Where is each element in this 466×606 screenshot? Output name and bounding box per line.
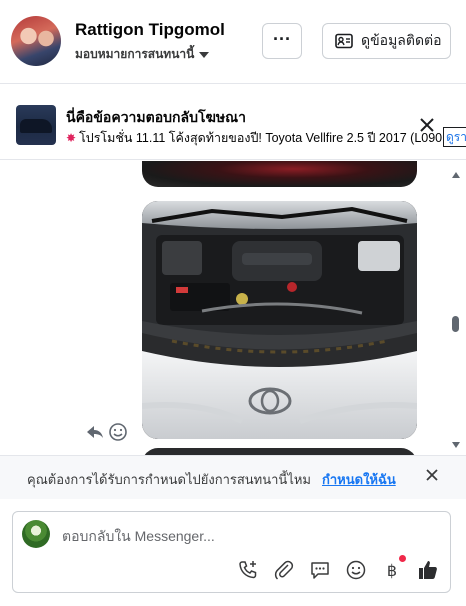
- message-composer[interactable]: ตอบกลับใน Messenger... ฿: [12, 511, 451, 593]
- attachment-icon[interactable]: [273, 559, 295, 581]
- svg-text:฿: ฿: [387, 561, 397, 580]
- ad-reply-banner: นี่คือข้อความตอบกลับโฆษณา ✸ โปรโมชั่น 11.…: [0, 98, 466, 160]
- page-avatar: [22, 520, 50, 548]
- contact-name[interactable]: Rattigon Tipgomol: [75, 20, 225, 40]
- payment-baht-icon[interactable]: ฿: [381, 559, 403, 581]
- scroll-up-arrow-icon[interactable]: [452, 172, 460, 178]
- message-list[interactable]: [0, 161, 466, 455]
- more-options-button[interactable]: ···: [262, 23, 302, 59]
- close-icon[interactable]: [417, 115, 437, 135]
- scroll-down-arrow-icon[interactable]: [452, 442, 460, 448]
- smiley-icon[interactable]: [108, 422, 128, 442]
- ad-thumbnail[interactable]: [16, 105, 56, 145]
- contact-card-icon: [335, 33, 353, 49]
- view-ad-button[interactable]: ดูรา: [443, 127, 466, 147]
- conversation-header: Rattigon Tipgomol มอบหมายการสนทนานี้ ···…: [0, 0, 466, 84]
- assign-to-me-link[interactable]: กำหนดให้ฉัน: [322, 469, 396, 490]
- phone-add-icon[interactable]: [237, 559, 259, 581]
- close-icon[interactable]: [424, 467, 440, 483]
- ad-reply-title: นี่คือข้อความตอบกลับโฆษณา: [66, 109, 246, 125]
- ad-reply-text: ✸ โปรโมชั่น 11.11 โค้งสุดท้ายของปี! Toyot…: [66, 128, 442, 148]
- emoji-icon[interactable]: [345, 559, 367, 581]
- sparkle-icon: ✸: [66, 131, 77, 145]
- reply-icon[interactable]: [85, 422, 105, 442]
- assign-conversation-dropdown[interactable]: มอบหมายการสนทนานี้: [75, 45, 210, 64]
- assign-conversation-label: มอบหมายการสนทนานี้: [75, 47, 195, 61]
- engine-bay-photo: [142, 201, 417, 439]
- scrollbar-thumb[interactable]: [452, 316, 459, 332]
- message-image-next[interactable]: [142, 448, 417, 455]
- ad-reply-description: โปรโมชั่น 11.11 โค้งสุดท้ายของปี! Toyota…: [79, 131, 442, 145]
- message-image[interactable]: [142, 201, 417, 439]
- caret-down-icon: [199, 51, 210, 58]
- reply-input[interactable]: ตอบกลับใน Messenger...: [62, 526, 215, 548]
- notification-dot: [399, 555, 406, 562]
- message-image-previous[interactable]: [142, 161, 417, 187]
- view-contact-label: ดูข้อมูลติดต่อ: [361, 32, 442, 48]
- messenger-thread-panel: Rattigon Tipgomol มอบหมายการสนทนานี้ ···…: [0, 0, 466, 606]
- assign-prompt-text: คุณต้องการได้รับการกำหนดไปยังการสนทนานี้…: [27, 472, 311, 487]
- saved-replies-icon[interactable]: [309, 559, 331, 581]
- assign-prompt-banner: คุณต้องการได้รับการกำหนดไปยังการสนทนานี้…: [0, 455, 466, 499]
- thumbs-up-icon[interactable]: [417, 559, 439, 581]
- view-contact-button[interactable]: ดูข้อมูลติดต่อ: [322, 23, 451, 59]
- contact-avatar[interactable]: [11, 16, 61, 66]
